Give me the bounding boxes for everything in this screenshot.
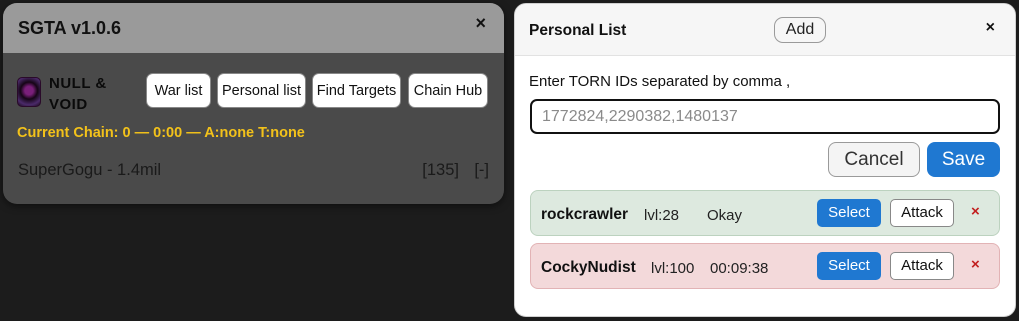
player-level: lvl:28 — [644, 207, 680, 224]
faction-name: NULL & VOID — [49, 75, 107, 113]
select-button[interactable]: Select — [817, 252, 881, 280]
player-name: CockyNudist — [541, 259, 636, 276]
torn-ids-input[interactable] — [530, 99, 1000, 134]
target-level: [135] — [422, 161, 459, 179]
personal-list-header: Personal List Add × — [515, 4, 1015, 56]
chain-hub-button[interactable]: Chain Hub — [408, 73, 488, 108]
personal-list-title: Personal List — [529, 22, 627, 39]
player-status: 00:09:38 — [710, 260, 769, 277]
war-list-button[interactable]: War list — [146, 73, 211, 108]
cancel-button[interactable]: Cancel — [828, 142, 920, 177]
list-item: rockcrawler lvl:28 Okay Select Attack × — [530, 190, 1000, 236]
add-button[interactable]: Add — [774, 17, 826, 43]
ids-input-label: Enter TORN IDs separated by comma , — [529, 73, 791, 90]
current-chain-status: Current Chain: 0 — 0:00 — A:none T:none — [17, 125, 305, 141]
target-row: SuperGogu - 1.4mil [135] [-] — [18, 161, 489, 180]
player-name: rockcrawler — [541, 206, 629, 223]
save-button[interactable]: Save — [927, 142, 1000, 177]
find-targets-button[interactable]: Find Targets — [312, 73, 401, 108]
close-icon[interactable]: × — [986, 19, 995, 37]
close-icon[interactable]: × — [475, 13, 486, 34]
personal-list-button[interactable]: Personal list — [217, 73, 306, 108]
attack-button[interactable]: Attack — [890, 252, 954, 280]
sgta-title: SGTA v1.0.6 — [18, 18, 122, 38]
target-name: SuperGogu - 1.4mil — [18, 161, 162, 179]
list-item: CockyNudist lvl:100 00:09:38 Select Atta… — [530, 243, 1000, 289]
personal-list-panel: Personal List Add × Enter TORN IDs separ… — [514, 3, 1016, 317]
sgta-header: SGTA v1.0.6 × — [3, 3, 504, 53]
select-button[interactable]: Select — [817, 199, 881, 227]
player-level: lvl:100 — [651, 260, 695, 277]
sgta-panel: SGTA v1.0.6 × NULL & VOID War list Perso… — [3, 3, 504, 204]
attack-button[interactable]: Attack — [890, 199, 954, 227]
remove-icon[interactable]: × — [971, 256, 980, 273]
target-remove-button[interactable]: [-] — [474, 161, 489, 180]
player-status: Okay — [707, 207, 743, 224]
remove-icon[interactable]: × — [971, 203, 980, 220]
faction-emblem-icon — [17, 77, 41, 107]
